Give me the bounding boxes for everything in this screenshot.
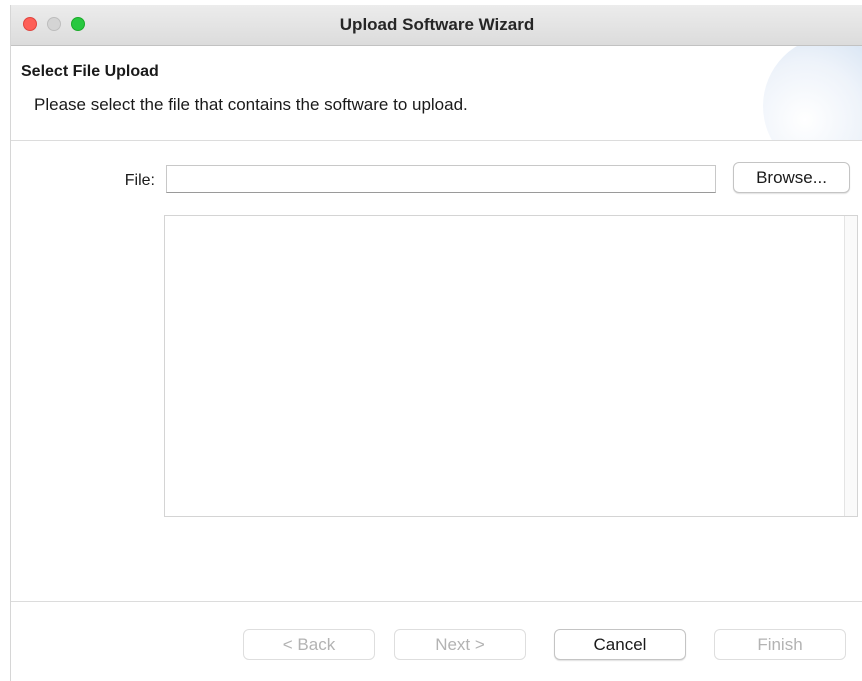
header-divider xyxy=(11,140,862,141)
next-button[interactable]: Next > xyxy=(394,629,526,660)
cancel-button[interactable]: Cancel xyxy=(554,629,686,660)
wizard-window: Upload Software Wizard Select File Uploa… xyxy=(10,5,862,681)
browse-button[interactable]: Browse... xyxy=(733,162,850,193)
back-button[interactable]: < Back xyxy=(243,629,375,660)
file-path-input[interactable] xyxy=(166,165,716,193)
wizard-header: Select File Upload Please select the fil… xyxy=(11,46,862,140)
window-title: Upload Software Wizard xyxy=(339,15,535,34)
file-label: File: xyxy=(124,172,155,189)
header-decoration xyxy=(763,46,862,140)
footer-divider xyxy=(11,601,862,602)
file-list[interactable] xyxy=(164,215,858,517)
vertical-scrollbar[interactable] xyxy=(844,216,857,516)
title-bar[interactable]: Upload Software Wizard xyxy=(11,5,862,46)
finish-button[interactable]: Finish xyxy=(714,629,846,660)
page-description: Please select the file that contains the… xyxy=(34,95,468,114)
page-title: Select File Upload xyxy=(21,63,159,80)
